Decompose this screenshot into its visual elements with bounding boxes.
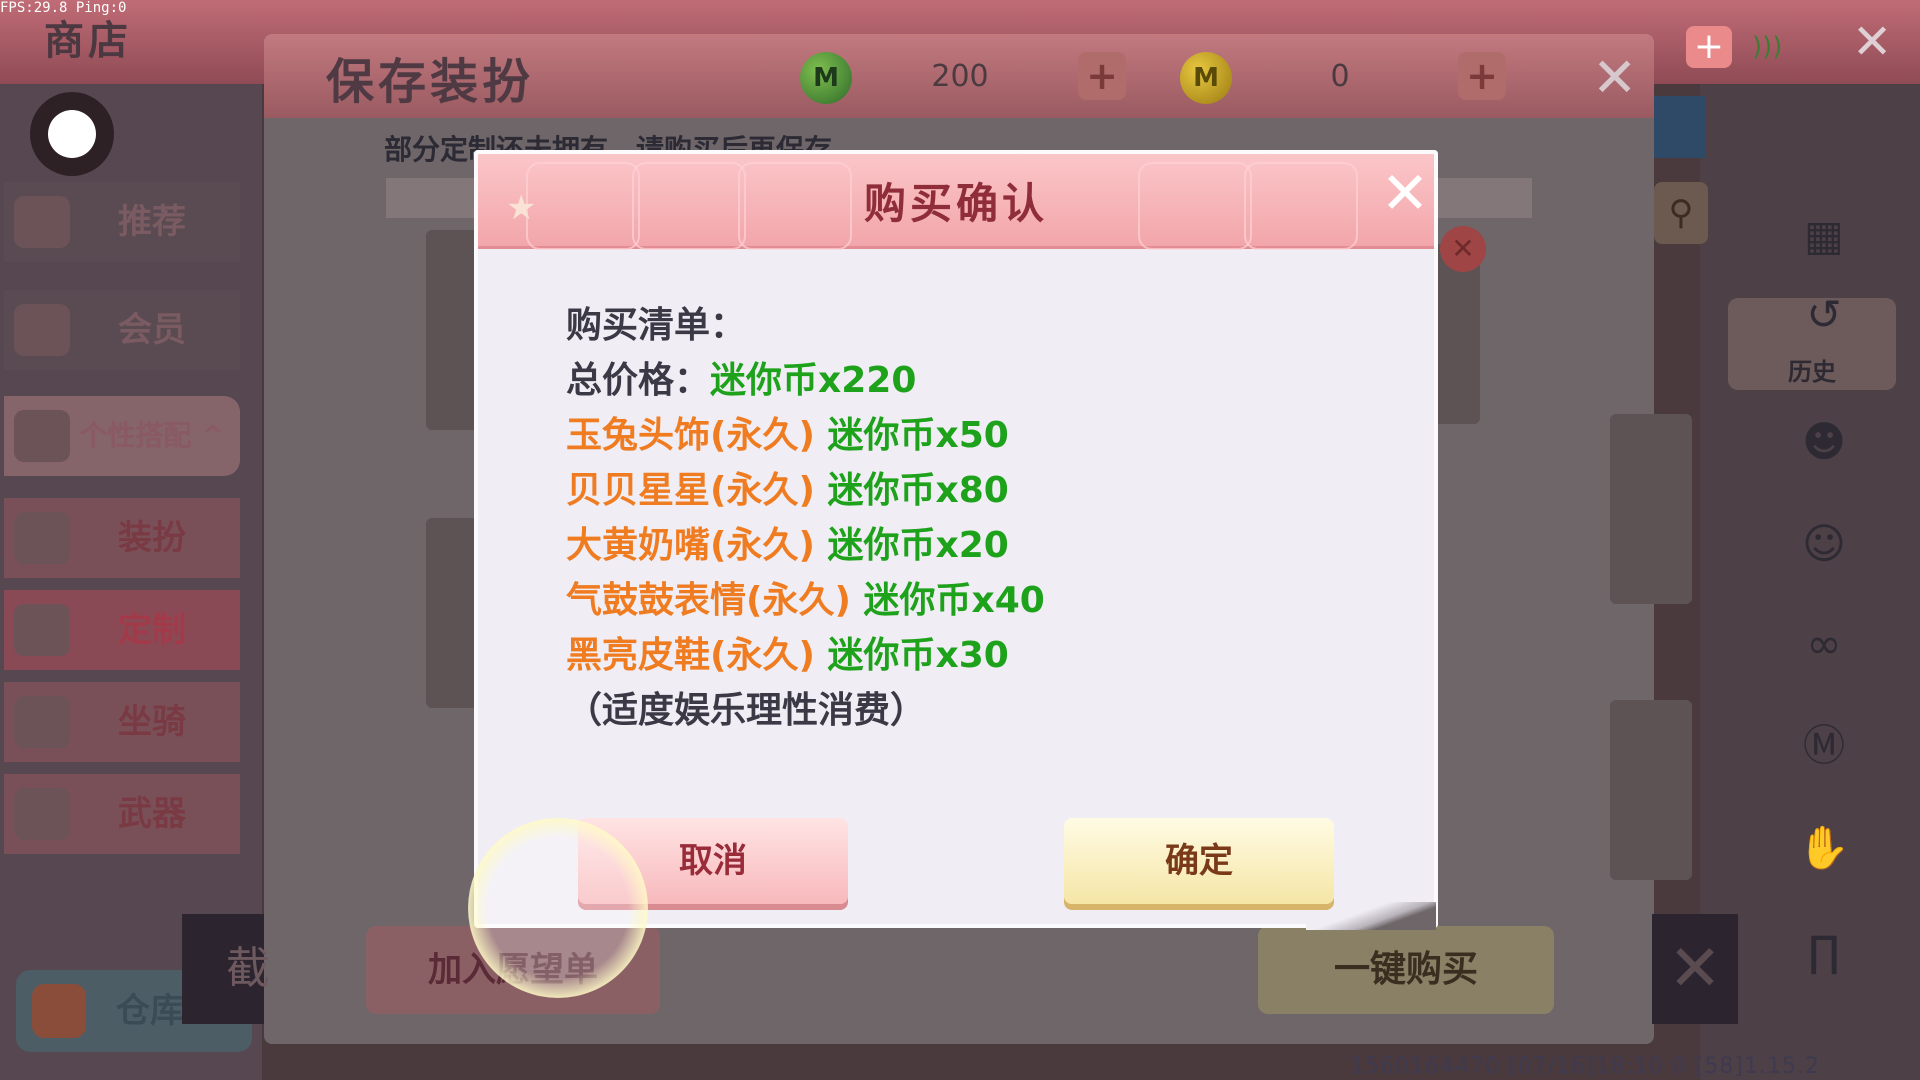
warehouse-label: 仓库 <box>116 991 184 1031</box>
personal-match-icon <box>14 410 70 462</box>
sidebar-item-recommend[interactable]: 推荐 <box>4 182 240 262</box>
total-price-label: 总价格： <box>566 360 711 401</box>
total-price-row: 总价格：迷你币x220 <box>566 351 916 403</box>
buy-all-button[interactable]: 一键购买 <box>1258 926 1554 1014</box>
bottom-close-icon[interactable]: ✕ <box>1652 914 1738 1024</box>
disclaimer: （适度娱乐理性消费） <box>566 690 927 731</box>
purchase-item-row: 玉兔头饰(永久) 迷你币x50 <box>566 406 1009 458</box>
side-tab <box>1654 96 1706 158</box>
purchase-item-row: 大黄奶嘴(永久) 迷你币x20 <box>566 516 1009 568</box>
green-coin-balance: 200 <box>931 59 989 94</box>
gold-coin-balance: 0 <box>1330 59 1350 94</box>
purchase-item-row: 气鼓鼓表情(永久) 迷你币x40 <box>566 571 1045 623</box>
dressup-icon <box>14 512 70 564</box>
item-card[interactable] <box>1610 700 1692 880</box>
mount-icon <box>14 696 70 748</box>
shop-title: 商店 <box>44 18 132 64</box>
confirm-button[interactable]: 确定 <box>1064 818 1334 904</box>
sidebar-item-personal-match[interactable]: 个性搭配 ^ <box>4 396 240 476</box>
save-outfit-title: 保存装扮 <box>326 54 535 110</box>
mask-icon[interactable]: ∞ <box>1788 608 1860 680</box>
sidebar-item-member[interactable]: 会员 <box>4 290 240 370</box>
item-price: 迷你币x20 <box>827 525 1009 566</box>
purchase-list-heading: 购买清单： <box>566 305 747 346</box>
item-price: 迷你币x80 <box>827 470 1009 511</box>
sidebar-item-label: 装扮 <box>118 518 186 558</box>
mini-coin-gold-icon: M <box>1180 52 1232 104</box>
sidebar-item-label: 坐骑 <box>118 702 186 742</box>
save-panel-close-icon[interactable]: ✕ <box>1592 46 1637 109</box>
wifi-icon: ))) <box>1752 32 1783 62</box>
build-info: 1560164470 [07/16]18:10 0 [58]1.15.2 <box>1349 1054 1820 1079</box>
search-icon[interactable]: ⚲ <box>1654 182 1708 244</box>
pants-icon[interactable]: ∏ <box>1788 916 1860 988</box>
screenshot-button[interactable]: 截 <box>182 914 270 1024</box>
glove-icon[interactable]: ✋ <box>1788 812 1860 884</box>
top-add-button[interactable]: + <box>1686 26 1732 68</box>
item-name: 大黄奶嘴(永久) <box>566 525 815 566</box>
item-name: 黑亮皮鞋(永久) <box>566 635 815 676</box>
touch-indicator <box>468 818 648 998</box>
total-price-value: 迷你币x220 <box>710 360 917 401</box>
sidebar-item-label: 定制 <box>118 610 186 650</box>
item-name: 贝贝星星(永久) <box>566 470 815 511</box>
history-icon: ↺ <box>1806 290 1842 339</box>
face-icon[interactable]: ☺ <box>1788 508 1860 580</box>
sidebar-item-label: 个性搭配 <box>79 419 192 452</box>
sidebar-item-weapon[interactable]: 武器 <box>4 774 240 854</box>
mini-coin-green-icon: M <box>800 52 852 104</box>
fps-ping-readout: FPS:29.8 Ping:0 <box>0 0 127 16</box>
hair-icon[interactable]: ☻ <box>1788 406 1860 478</box>
sidebar-item-label: 武器 <box>118 794 186 834</box>
avatar-dot <box>48 110 96 158</box>
expand-arrow-icon: ^ <box>201 419 225 452</box>
purchase-item-row: 贝贝星星(永久) 迷你币x80 <box>566 461 1009 513</box>
item-price: 迷你币x40 <box>863 580 1045 621</box>
shop-close-icon[interactable]: ✕ <box>1852 14 1892 70</box>
item-name: 气鼓鼓表情(永久) <box>566 580 851 621</box>
sidebar-item-custom[interactable]: 定制 <box>4 590 240 670</box>
item-card[interactable] <box>1610 414 1692 604</box>
item-name: 玉兔头饰(永久) <box>566 415 815 456</box>
sidebar-item-label: 会员 <box>118 310 186 350</box>
purchase-item-row: 黑亮皮鞋(永久) 迷你币x30 <box>566 626 1009 678</box>
item-price: 迷你币x50 <box>827 415 1009 456</box>
custom-icon <box>14 604 70 656</box>
warehouse-icon <box>32 984 86 1038</box>
dialog-title: 购买确认 <box>863 179 1048 228</box>
recommend-icon <box>14 196 70 248</box>
dialog-close-icon[interactable]: ✕ <box>1374 162 1436 224</box>
weapon-icon <box>14 788 70 840</box>
sidebar-item-mount[interactable]: 坐骑 <box>4 682 240 762</box>
item-price: 迷你币x30 <box>827 635 1009 676</box>
shirt-icon[interactable]: Ⓜ <box>1788 710 1860 782</box>
page-curl-decoration <box>1306 902 1436 930</box>
sidebar-item-dressup[interactable]: 装扮 <box>4 498 240 578</box>
grid-icon[interactable]: ▦ <box>1788 200 1860 272</box>
gold-coin-add-button[interactable]: + <box>1458 52 1506 100</box>
sidebar-item-label: 推荐 <box>118 202 186 242</box>
member-icon <box>14 304 70 356</box>
history-label: 历史 <box>1788 358 1836 386</box>
green-coin-add-button[interactable]: + <box>1078 52 1126 100</box>
remove-item-icon[interactable]: ✕ <box>1440 226 1486 272</box>
